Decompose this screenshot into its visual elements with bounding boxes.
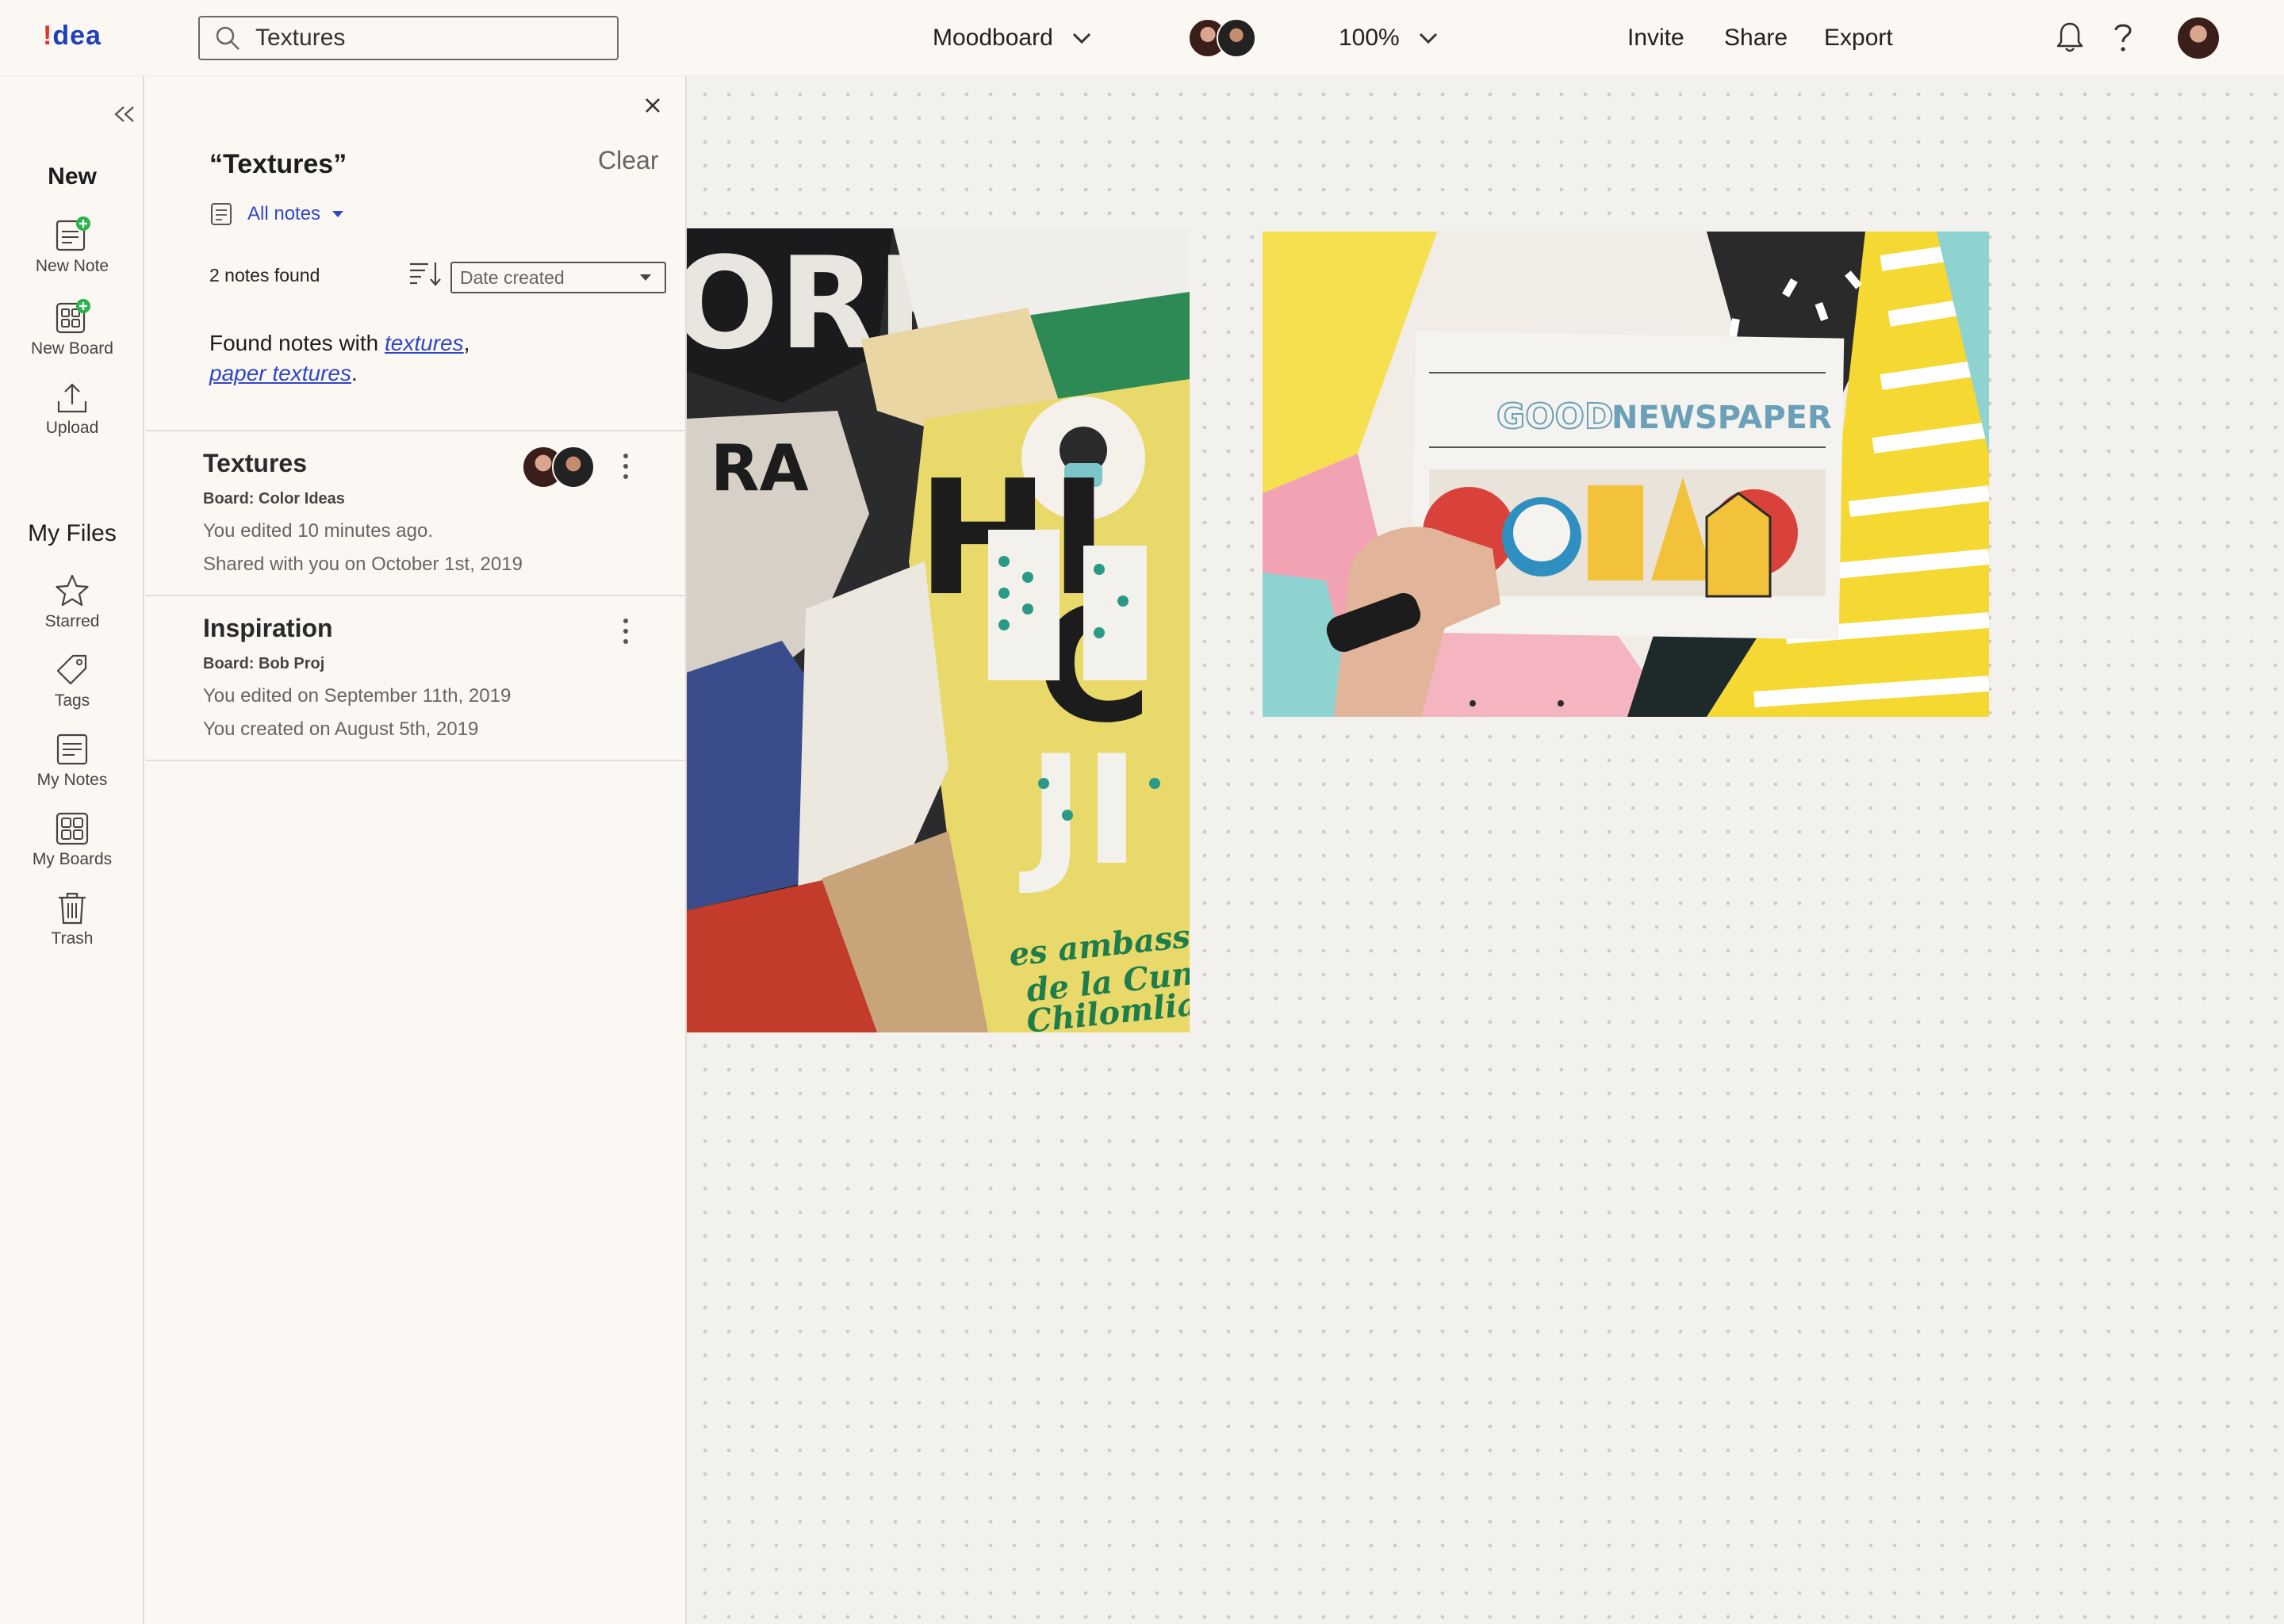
- export-button[interactable]: Export: [1824, 0, 1893, 76]
- bell-icon[interactable]: [2056, 21, 2084, 54]
- found-summary: Found notes with textures, paper textures…: [209, 331, 470, 385]
- caret-down-icon: [332, 211, 344, 217]
- new-heading: New: [48, 163, 97, 190]
- divider: [146, 430, 687, 431]
- search-results-panel: “Textures” Clear All notes 2 notes found…: [146, 76, 687, 1624]
- result-shared: Shared with you on October 1st, 2019: [203, 553, 523, 575]
- notes-icon: [56, 733, 88, 765]
- avatar: [552, 446, 595, 488]
- zoom-control[interactable]: 100%: [1339, 0, 1439, 76]
- search-input[interactable]: [255, 25, 588, 52]
- result-edited: You edited on September 11th, 2019: [203, 685, 512, 707]
- new-note-button[interactable]: New Note: [0, 216, 144, 276]
- result-created: You created on August 5th, 2019: [203, 718, 479, 740]
- board-switcher[interactable]: Moodboard: [933, 0, 1093, 76]
- caret-down-icon: [640, 274, 651, 281]
- my-files-heading: My Files: [28, 520, 117, 546]
- new-note-icon: [56, 216, 90, 251]
- poster-collage-art: ORK RA HI C JI es ambassade de la Cumbi …: [687, 228, 1190, 1032]
- boards-icon: [56, 812, 89, 845]
- newspaper-art: GOOD NEWSPAPER: [1263, 232, 1989, 717]
- clear-button[interactable]: Clear: [598, 146, 658, 175]
- result-title: Textures: [203, 449, 308, 477]
- search-icon: [216, 26, 240, 50]
- svg-text:RA: RA: [711, 431, 809, 505]
- newspaper-headline: NEWSPAPER: [1611, 400, 1832, 436]
- my-notes-button[interactable]: My Notes: [0, 731, 144, 790]
- new-board-button[interactable]: New Board: [0, 298, 144, 358]
- search-query-title: “Textures”: [209, 149, 347, 179]
- upload-icon: [57, 383, 87, 413]
- avatar: [1217, 18, 1256, 58]
- divider: [146, 760, 687, 761]
- upload-label: Upload: [45, 419, 99, 437]
- chevron-down-icon: [1419, 33, 1437, 44]
- filter-label: All notes: [247, 203, 321, 224]
- invite-button[interactable]: Invite: [1627, 0, 1684, 76]
- sort-dropdown[interactable]: Date created: [450, 262, 666, 293]
- my-boards-button[interactable]: My Boards: [0, 810, 144, 869]
- star-icon: [56, 574, 89, 607]
- tag-link-textures[interactable]: textures: [385, 331, 464, 355]
- newspaper-headline: GOOD: [1496, 396, 1613, 437]
- collaborators[interactable]: [1188, 16, 1259, 60]
- zoom-level: 100%: [1339, 25, 1400, 51]
- result-board: Board: Color Ideas: [203, 490, 345, 508]
- more-options-icon[interactable]: [622, 452, 630, 481]
- my-notes-label: My Notes: [36, 771, 108, 789]
- starred-label: Starred: [44, 612, 100, 630]
- share-button[interactable]: Share: [1724, 0, 1788, 76]
- sort-icon[interactable]: [408, 260, 443, 287]
- upload-button[interactable]: Upload: [0, 381, 144, 438]
- tags-button[interactable]: Tags: [0, 652, 144, 710]
- new-board-label: New Board: [31, 339, 113, 358]
- board-canvas[interactable]: ORK RA HI C JI es ambassade de la Cumbi …: [687, 76, 2284, 1624]
- trash-icon: [59, 892, 86, 925]
- shared-avatars: [522, 446, 601, 490]
- newspaper-image[interactable]: GOOD NEWSPAPER: [1263, 232, 1989, 717]
- sort-value: Date created: [460, 266, 565, 288]
- result-board: Board: Bob Proj: [203, 655, 325, 672]
- tag-link-paper-textures[interactable]: paper textures: [209, 361, 351, 385]
- results-count: 2 notes found: [209, 265, 320, 285]
- left-rail: New New Note New Board Upload My Files S…: [0, 76, 144, 1624]
- trash-label: Trash: [51, 929, 94, 948]
- note-icon: [211, 203, 232, 225]
- svg-text:JI: JI: [1019, 723, 1140, 898]
- app-logo[interactable]: !dea: [43, 21, 102, 52]
- new-board-icon: [56, 299, 90, 334]
- board-name: Moodboard: [933, 25, 1053, 51]
- more-options-icon[interactable]: [622, 617, 630, 645]
- collapse-icon[interactable]: [113, 105, 136, 124]
- search-box[interactable]: [198, 16, 619, 60]
- notes-filter[interactable]: All notes: [209, 201, 344, 227]
- tag-icon: [56, 654, 87, 685]
- divider: [146, 595, 687, 596]
- collage-image[interactable]: ORK RA HI C JI es ambassade de la Cumbi …: [687, 228, 1190, 1032]
- starred-button[interactable]: Starred: [0, 573, 144, 631]
- help-icon[interactable]: [2111, 21, 2135, 54]
- result-title: Inspiration: [203, 614, 333, 642]
- close-icon[interactable]: [644, 97, 661, 114]
- chevron-down-icon: [1072, 33, 1090, 44]
- result-edited: You edited 10 minutes ago.: [203, 520, 434, 542]
- tags-label: Tags: [54, 691, 90, 710]
- top-bar: !dea Moodboard 100% Invite Share Export: [0, 0, 2284, 76]
- new-note-label: New Note: [35, 257, 109, 275]
- trash-button[interactable]: Trash: [0, 890, 144, 948]
- my-boards-label: My Boards: [32, 850, 113, 868]
- user-avatar[interactable]: [2176, 16, 2221, 60]
